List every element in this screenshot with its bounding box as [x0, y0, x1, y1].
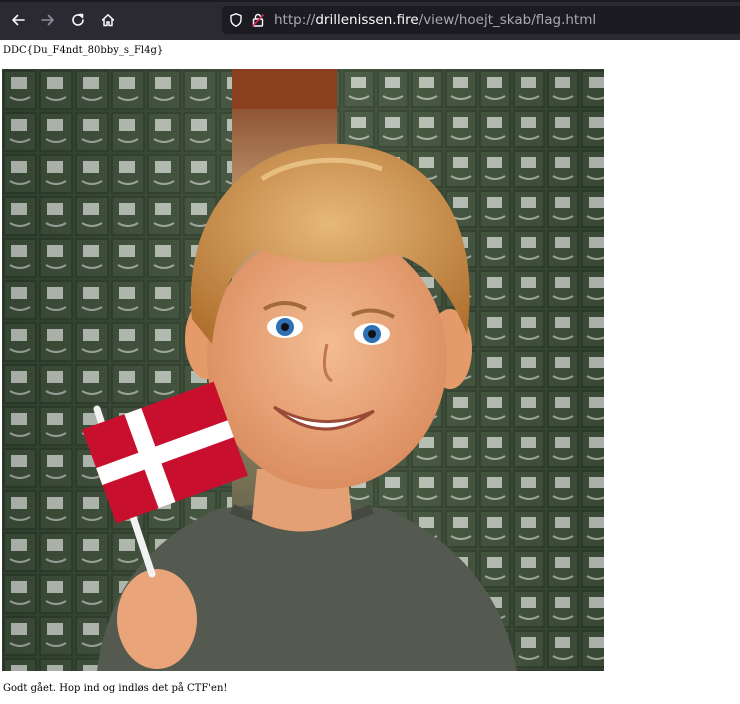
url-path: /view/hoejt_skab/flag.html	[418, 12, 597, 28]
back-button[interactable]	[6, 8, 30, 32]
home-button[interactable]	[96, 8, 120, 32]
flag-text: DDC{Du_F4ndt_80bby_s_Fl4g}	[3, 45, 164, 56]
url-host: drillenissen.fire	[315, 12, 419, 28]
address-bar[interactable]: http://drillenissen.fire/view/hoejt_skab…	[222, 6, 740, 34]
url-text[interactable]: http://drillenissen.fire/view/hoejt_skab…	[274, 6, 596, 34]
reload-button[interactable]	[66, 8, 90, 32]
toolbar-edge	[0, 0, 740, 2]
arrow-left-icon	[12, 14, 25, 26]
reload-icon	[72, 13, 84, 26]
forward-button[interactable]	[36, 8, 60, 32]
arrow-right-icon	[41, 14, 54, 26]
url-prefix: http://	[274, 12, 316, 28]
boy-with-flag-illustration	[2, 69, 604, 671]
caption-text: Godt gået. Hop ind og indløs det på CTF'…	[3, 683, 228, 694]
browser-toolbar: http://drillenissen.fire/view/hoejt_skab…	[0, 0, 740, 40]
home-icon	[101, 14, 115, 27]
shield-icon[interactable]	[228, 12, 244, 28]
boy-with-flag-image	[2, 69, 604, 671]
insecure-lock-icon[interactable]	[250, 12, 266, 28]
